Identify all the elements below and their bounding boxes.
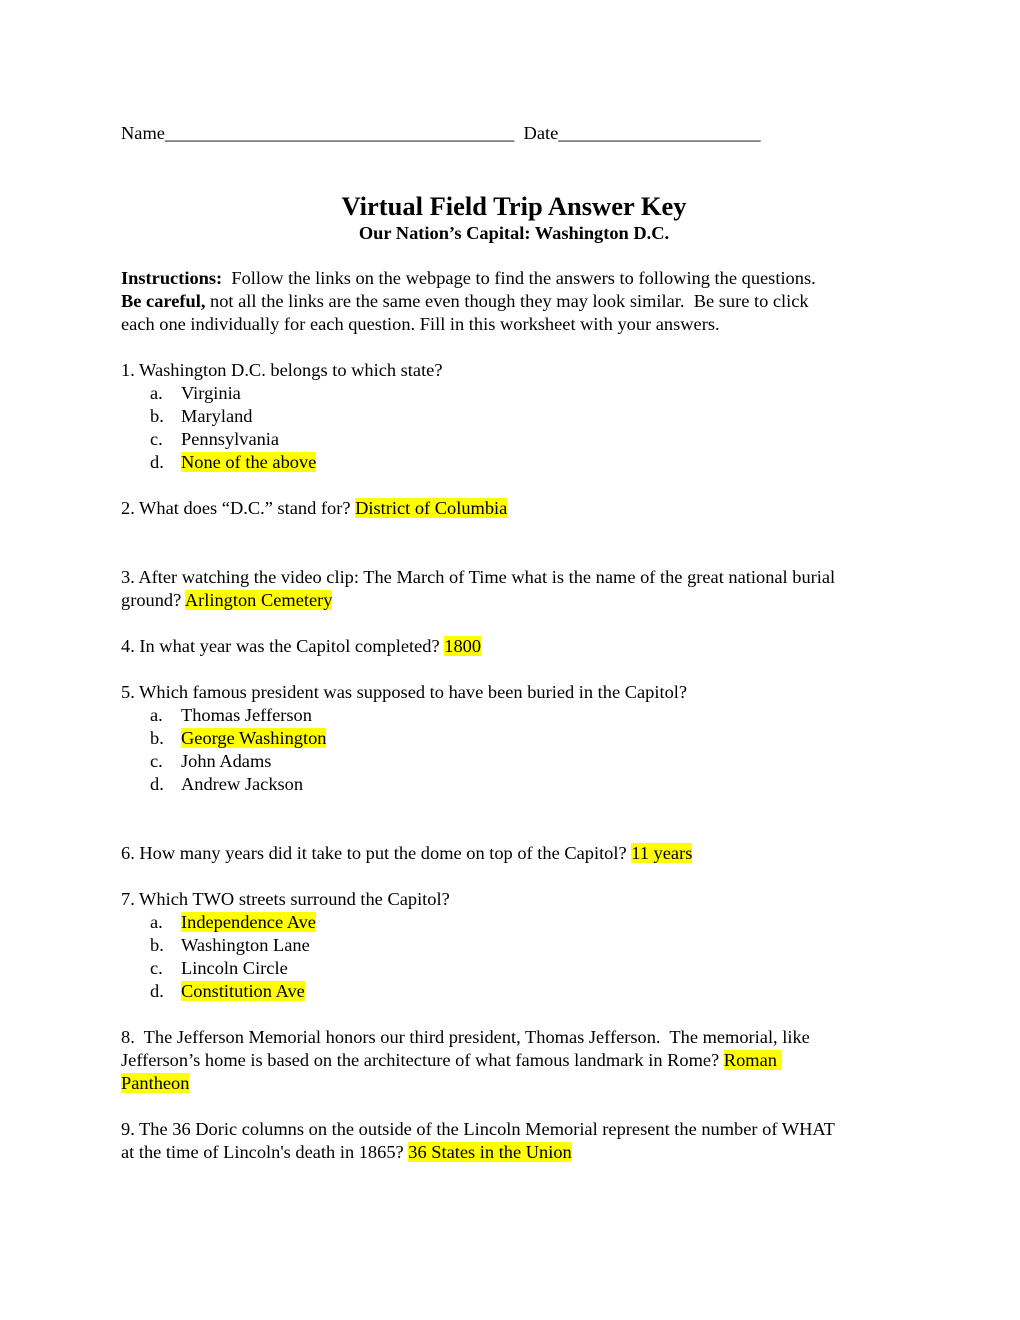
question-text: Jefferson’s home is based on the archite… [121, 1050, 724, 1070]
question-1-option-c: c. Pennsylvania [150, 428, 279, 451]
question-5-option-a: a. Thomas Jefferson [150, 704, 312, 727]
question-text: ground? [121, 590, 185, 610]
option-letter: c. [150, 751, 163, 771]
option-text: John Adams [181, 751, 272, 771]
question-1-option-d: d. None of the above [150, 451, 317, 474]
instructions-line-1: Instructions: Follow the links on the we… [121, 267, 816, 290]
question-7-option-c: c. Lincoln Circle [150, 957, 288, 980]
name-date-line: Name____________________________________… [121, 122, 761, 145]
question-text: at the time of Lincoln's death in 1865? [121, 1142, 409, 1162]
careful-label: Be careful, [121, 291, 206, 311]
question-8-line-3: Pantheon [121, 1072, 190, 1095]
question-text: 4. In what year was the Capitol complete… [121, 636, 445, 656]
question-5-option-d: d. Andrew Jackson [150, 773, 303, 796]
highlighted-answer: 11 years [631, 843, 693, 863]
option-letter: d. [150, 452, 164, 472]
date-field[interactable]: ______________________ [558, 123, 760, 143]
question-2: 2. What does “D.C.” stand for? District … [121, 497, 508, 520]
question-text: 6. How many years did it take to put the… [121, 843, 632, 863]
option-letter: b. [150, 728, 164, 748]
option-letter: c. [150, 429, 163, 449]
question-5-option-b: b. George Washington [150, 727, 327, 750]
question-5: 5. Which famous president was supposed t… [121, 682, 688, 702]
question-3-line-1: 3. After watching the video clip: The Ma… [121, 567, 836, 587]
option-letter: d. [150, 774, 164, 794]
name-label: Name [121, 123, 165, 143]
worksheet-page: Name____________________________________… [0, 0, 1020, 1320]
option-text: Lincoln Circle [181, 958, 288, 978]
option-text: Maryland [181, 406, 253, 426]
question-5-option-c: c. John Adams [150, 750, 271, 773]
highlighted-answer: 1800 [444, 636, 482, 656]
option-letter: b. [150, 406, 164, 426]
question-1-option-b: b. Maryland [150, 405, 253, 428]
highlighted-answer: 36 States in the Union [408, 1142, 572, 1162]
question-7: 7. Which TWO streets surround the Capito… [121, 889, 450, 909]
page-subtitle: Our Nation’s Capital: Washington D.C. [358, 223, 670, 243]
option-letter: b. [150, 935, 164, 955]
highlighted-answer: None of the above [181, 452, 317, 472]
option-text: Thomas Jefferson [181, 705, 312, 725]
instructions-line-2: Be careful, not all the links are the sa… [121, 290, 809, 313]
question-9-line-1: 9. The 36 Doric columns on the outside o… [121, 1119, 835, 1139]
question-8-line-1: 8. The Jefferson Memorial honors our thi… [121, 1027, 810, 1047]
highlighted-answer: Pantheon [121, 1073, 190, 1093]
highlighted-answer: Arlington Cemetery [184, 590, 333, 610]
question-9-line-2: at the time of Lincoln's death in 1865? … [121, 1141, 572, 1164]
instructions-line-3: each one individually for each question.… [121, 314, 720, 334]
question-7-option-a: a. Independence Ave [150, 911, 316, 934]
question-4: 4. In what year was the Capitol complete… [121, 635, 482, 658]
question-1: 1. Washington D.C. belongs to which stat… [121, 360, 443, 380]
date-label: Date [523, 123, 559, 143]
name-field[interactable]: ______________________________________ [165, 123, 514, 143]
highlighted-answer: Constitution Ave [181, 981, 305, 1001]
question-1-option-a: a. Virginia [150, 382, 241, 405]
highlighted-answer: District of Columbia [355, 498, 508, 518]
option-letter: a. [150, 705, 163, 725]
question-7-option-b: b. Washington Lane [150, 934, 310, 957]
highlighted-answer: George Washington [181, 728, 327, 748]
option-text: Pennsylvania [181, 429, 280, 449]
instructions-text-1: Follow the links on the webpage to find … [222, 268, 816, 288]
option-text: Virginia [181, 383, 241, 403]
page-title: Virtual Field Trip Answer Key [341, 191, 687, 221]
option-letter: a. [150, 383, 163, 403]
question-7-option-d: d. Constitution Ave [150, 980, 305, 1003]
question-8-line-2: Jefferson’s home is based on the archite… [121, 1049, 782, 1072]
instructions-text-2: not all the links are the same even thou… [205, 291, 809, 311]
option-letter: c. [150, 958, 163, 978]
question-6: 6. How many years did it take to put the… [121, 842, 693, 865]
option-letter: a. [150, 912, 163, 932]
highlighted-answer: Roman [723, 1050, 782, 1070]
option-text: Andrew Jackson [181, 774, 304, 794]
option-text: Washington Lane [181, 935, 310, 955]
question-3-line-2: ground? Arlington Cemetery [121, 589, 333, 612]
question-text: 2. What does “D.C.” stand for? [121, 498, 356, 518]
instructions-label: Instructions: [121, 268, 223, 288]
option-letter: d. [150, 981, 164, 1001]
highlighted-answer: Independence Ave [181, 912, 316, 932]
